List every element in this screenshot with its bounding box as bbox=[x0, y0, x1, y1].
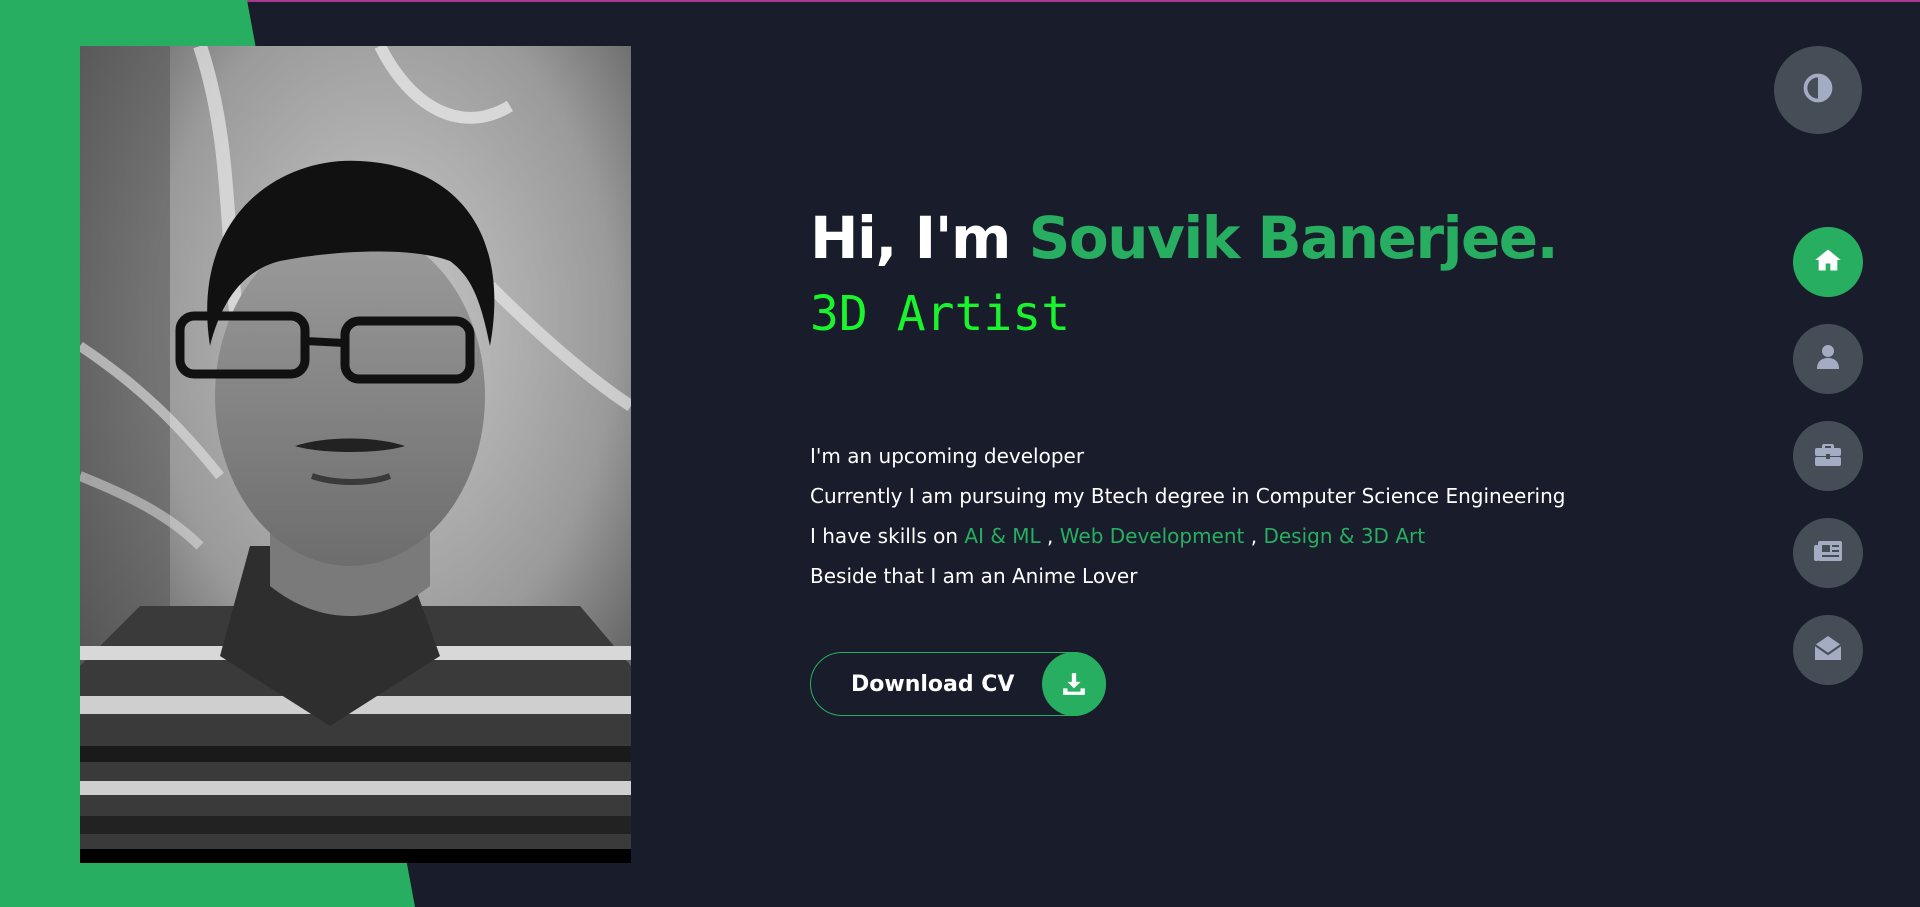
skill-separator: , bbox=[1244, 524, 1264, 548]
download-cv-label: Download CV bbox=[851, 671, 1015, 697]
greeting-prefix: Hi, I'm bbox=[810, 204, 1029, 272]
bio-line-4: Beside that I am an Anime Lover bbox=[810, 564, 1138, 588]
download-cv-button[interactable]: Download CV bbox=[810, 652, 1106, 716]
home-icon bbox=[1814, 246, 1842, 278]
nav-about-button[interactable] bbox=[1793, 324, 1863, 394]
hero-content: Hi, I'm Souvik Banerjee. 3D Artist I'm a… bbox=[810, 190, 1670, 716]
home-page: Hi, I'm Souvik Banerjee. 3D Artist I'm a… bbox=[0, 0, 1920, 907]
nav-portfolio-button[interactable] bbox=[1793, 421, 1863, 491]
nav-home-button[interactable] bbox=[1793, 227, 1863, 297]
contrast-icon bbox=[1803, 73, 1833, 107]
envelope-open-icon bbox=[1814, 635, 1842, 665]
hero-name: Souvik Banerjee. bbox=[1028, 204, 1559, 272]
skills-prefix: I have skills on bbox=[810, 524, 965, 548]
side-navigation bbox=[1793, 227, 1863, 712]
skill-design-3d-art: Design & 3D Art bbox=[1263, 524, 1426, 548]
skill-separator: , bbox=[1040, 524, 1060, 548]
briefcase-icon bbox=[1814, 441, 1842, 471]
skill-ai-ml: AI & ML bbox=[964, 524, 1041, 548]
newspaper-icon bbox=[1813, 539, 1843, 567]
bio-line-3: I have skills on AI & ML , Web Developme… bbox=[810, 516, 1670, 556]
user-icon bbox=[1816, 344, 1840, 374]
download-icon bbox=[1042, 652, 1106, 716]
bio-section: I'm an upcoming developer Currently I am… bbox=[810, 436, 1670, 596]
profile-photo bbox=[80, 46, 631, 863]
hero-heading: Hi, I'm Souvik Banerjee. bbox=[810, 190, 1670, 286]
nav-blogs-button[interactable] bbox=[1793, 518, 1863, 588]
bio-line-1: I'm an upcoming developer bbox=[810, 444, 1085, 468]
hero-role: 3D Artist bbox=[810, 286, 1071, 342]
skill-web-development: Web Development bbox=[1059, 524, 1245, 548]
bio-line-2: Currently I am pursuing my Btech degree … bbox=[810, 484, 1566, 508]
nav-contact-button[interactable] bbox=[1793, 615, 1863, 685]
theme-toggle-button[interactable] bbox=[1774, 46, 1862, 134]
